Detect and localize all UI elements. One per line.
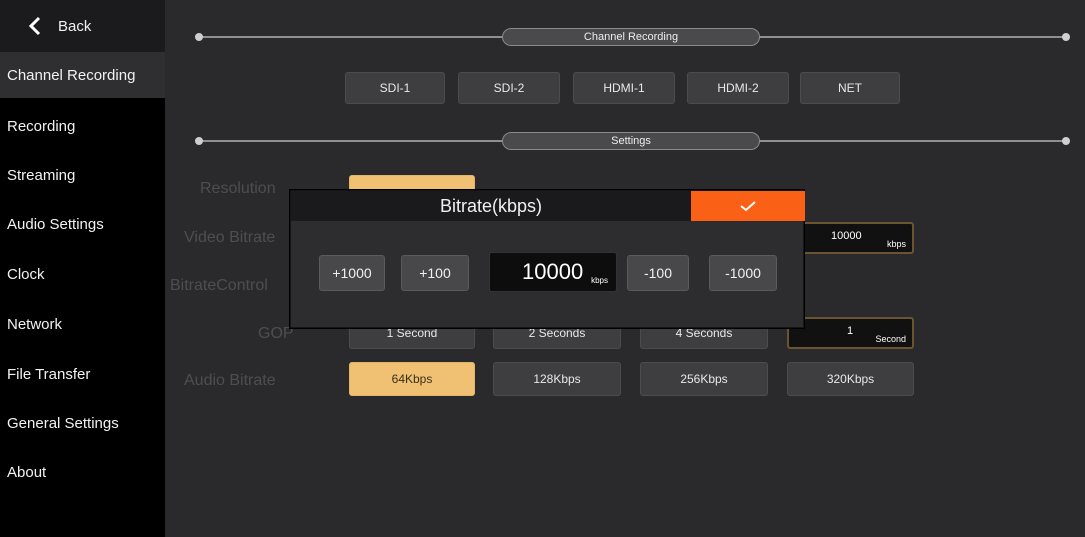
video-bitrate-number: 10000 xyxy=(831,230,862,242)
audio-bitrate-320[interactable]: 320Kbps xyxy=(787,362,914,396)
sidebar-item-recording[interactable]: Recording xyxy=(0,103,165,149)
sidebar-item-network[interactable]: Network xyxy=(0,301,165,347)
decrement-1000-button[interactable]: -1000 xyxy=(709,255,777,291)
bitrate-value-display: 10000 kbps xyxy=(489,252,617,292)
gop-value[interactable]: 1 Second xyxy=(787,317,914,349)
video-bitrate-value[interactable]: 10000 kbps xyxy=(787,222,914,254)
sidebar-item-channel-recording[interactable]: Channel Recording xyxy=(0,52,165,98)
divider-dot xyxy=(1062,137,1070,145)
channel-button-sdi-1[interactable]: SDI-1 xyxy=(345,72,445,104)
channel-button-sdi-2[interactable]: SDI-2 xyxy=(458,72,560,104)
confirm-button[interactable] xyxy=(691,191,805,221)
sidebar-item-general-settings[interactable]: General Settings xyxy=(0,400,165,446)
back-button[interactable]: Back xyxy=(0,0,165,52)
sidebar-item-streaming[interactable]: Streaming xyxy=(0,152,165,198)
back-label: Back xyxy=(58,17,92,35)
label-audio-bitrate: Audio Bitrate xyxy=(184,372,276,389)
dialog-header: Bitrate(kbps) xyxy=(291,191,805,221)
channel-button-hdmi-1[interactable]: HDMI-1 xyxy=(573,72,675,104)
gop-number: 1 xyxy=(847,325,854,337)
section-title-settings: Settings xyxy=(502,132,760,150)
channel-button-hdmi-2[interactable]: HDMI-2 xyxy=(687,72,789,104)
section-title-channel-recording: Channel Recording xyxy=(502,28,760,46)
label-gop: GOP xyxy=(258,325,294,342)
increment-100-button[interactable]: +100 xyxy=(401,255,469,291)
bitrate-value-unit: kbps xyxy=(591,276,608,285)
dialog-title: Bitrate(kbps) xyxy=(439,196,543,216)
channel-button-net[interactable]: NET xyxy=(800,72,900,104)
divider-dot xyxy=(195,33,203,41)
bitrate-value-number: 10000 xyxy=(522,259,584,284)
sidebar: Back Channel Recording Recording Streami… xyxy=(0,0,165,537)
label-bitrate-control: BitrateControl xyxy=(170,277,268,294)
bitrate-dialog: Bitrate(kbps) +1000 +100 10000 kbps -100… xyxy=(290,190,805,328)
audio-bitrate-64[interactable]: 64Kbps xyxy=(349,362,475,396)
divider-dot xyxy=(195,137,203,145)
gop-unit: Second xyxy=(875,334,906,344)
increment-1000-button[interactable]: +1000 xyxy=(319,255,385,291)
audio-bitrate-256[interactable]: 256Kbps xyxy=(640,362,768,396)
chevron-left-icon xyxy=(28,16,41,36)
sidebar-item-audio-settings[interactable]: Audio Settings xyxy=(0,201,165,247)
decrement-100-button[interactable]: -100 xyxy=(627,255,689,291)
divider-dot xyxy=(1062,33,1070,41)
audio-bitrate-128[interactable]: 128Kbps xyxy=(493,362,621,396)
label-resolution: Resolution xyxy=(200,180,276,197)
sidebar-item-about[interactable]: About xyxy=(0,449,165,495)
video-bitrate-unit: kbps xyxy=(886,239,906,249)
label-video-bitrate: Video Bitrate xyxy=(184,229,276,246)
sidebar-item-file-transfer[interactable]: File Transfer xyxy=(0,351,165,397)
sidebar-item-clock[interactable]: Clock xyxy=(0,251,165,297)
check-icon xyxy=(740,201,756,212)
